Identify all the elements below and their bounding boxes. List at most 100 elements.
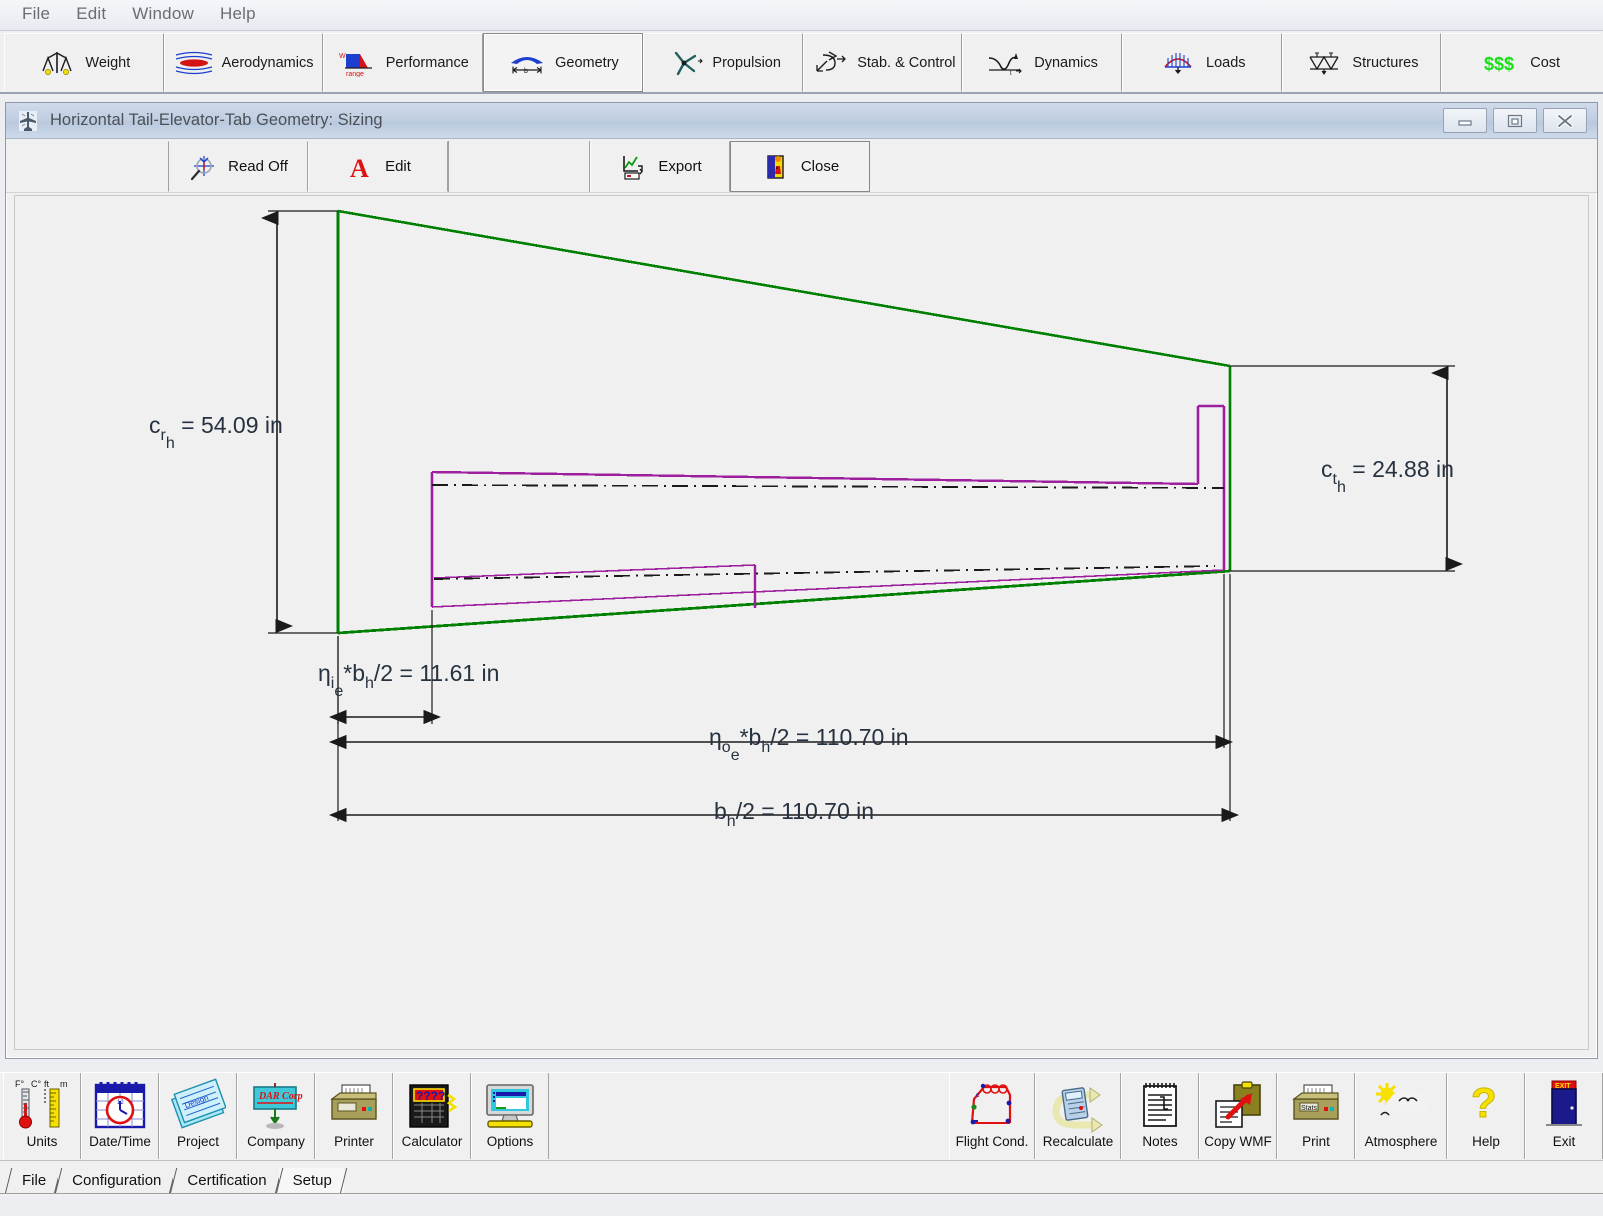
bottom-label-project: Project	[176, 1134, 220, 1149]
tab-structures[interactable]: Structures	[1281, 33, 1442, 92]
tab-performance[interactable]: W range Performance	[323, 33, 484, 92]
dollars-icon: $$$	[1482, 49, 1522, 77]
tab-label-aerodynamics: Aerodynamics	[221, 54, 314, 71]
maximize-button[interactable]	[1493, 108, 1537, 133]
tab-dynamics[interactable]: t Dynamics	[962, 33, 1122, 92]
bottom-button-notes[interactable]: Notes	[1121, 1073, 1199, 1159]
menu-item-window[interactable]: Window	[119, 3, 207, 27]
tab-label-propulsion: Propulsion	[712, 54, 781, 71]
elevator-outline	[430, 404, 1226, 608]
file-tab-label-configuration: Configuration	[72, 1172, 162, 1189]
child-window-title-bar[interactable]: Horizontal Tail-Elevator-Tab Geometry: S…	[6, 103, 1597, 139]
bottom-label-atmosphere: Atmosphere	[1364, 1134, 1438, 1149]
bottom-button-calculator[interactable]: ???? Calculator	[393, 1073, 471, 1159]
wing-span-icon: b	[507, 49, 547, 77]
tab-cost[interactable]: $$$ Cost	[1441, 33, 1602, 92]
tab-label-weight: Weight	[85, 54, 131, 71]
thermometer-ruler-icon: F° C° ft m	[14, 1077, 70, 1133]
file-tab-file[interactable]: File	[8, 1168, 59, 1194]
svg-text:12: 12	[117, 1100, 124, 1106]
file-tab-certification[interactable]: Certification	[173, 1168, 279, 1194]
letter-a-icon: A	[345, 152, 375, 183]
menu-item-edit[interactable]: Edit	[63, 3, 119, 27]
balance-scale-icon	[37, 49, 77, 77]
export-button[interactable]: Export	[590, 141, 730, 192]
read-off-button[interactable]: Read Off	[168, 141, 308, 192]
maximize-icon	[1507, 114, 1523, 127]
svg-text:A: A	[350, 154, 369, 182]
bottom-button-print[interactable]: Stats Print	[1277, 1073, 1355, 1159]
svg-text:b: b	[524, 68, 528, 75]
bottom-button-help[interactable]: ? Help	[1447, 1073, 1525, 1159]
bottom-button-printer[interactable]: Printer	[315, 1073, 393, 1159]
tab-geometry[interactable]: b Geometry	[483, 33, 643, 92]
printer-icon	[326, 1077, 382, 1133]
svg-text:W: W	[339, 53, 346, 60]
bottom-button-company[interactable]: DAR Corp Company	[237, 1073, 315, 1159]
file-tab-label-file: File	[22, 1172, 47, 1189]
edit-button[interactable]: A Edit	[308, 141, 448, 192]
range-chart-icon: W range	[338, 49, 378, 78]
tab-label-structures: Structures	[1352, 54, 1419, 71]
edit-label: Edit	[385, 158, 411, 175]
bottom-button-flight-cond[interactable]: c Flight Cond.	[949, 1073, 1035, 1159]
horizontal-tail-outline	[336, 209, 1232, 635]
close-button[interactable]	[1543, 108, 1587, 133]
bottom-button-options[interactable]: Options	[471, 1073, 549, 1159]
minimize-button[interactable]	[1443, 108, 1487, 133]
tip-chord-label: cth = 24.88 in	[1321, 456, 1454, 496]
close-dialog-button[interactable]: Close	[730, 141, 870, 192]
bottom-button-recalculate[interactable]: Recalculate	[1035, 1073, 1121, 1159]
bottom-label-datetime: Date/Time	[89, 1134, 151, 1149]
geometry-canvas[interactable]: crh = 54.09 in cth = 24.88 in ηie*bh/2 =…	[14, 195, 1589, 1050]
calendar-clock-icon: 12	[92, 1077, 148, 1133]
tab-propulsion[interactable]: Propulsion	[642, 33, 803, 92]
svg-text:Stats: Stats	[1301, 1105, 1317, 1112]
file-tab-label-setup: Setup	[292, 1172, 332, 1189]
bottom-button-datetime[interactable]: 12 Date/Time	[81, 1073, 159, 1159]
hinge-line-elevator	[431, 484, 1225, 489]
close-icon	[1557, 113, 1573, 128]
tab-weight[interactable]: Weight	[4, 33, 164, 92]
menu-item-file[interactable]: File	[9, 3, 63, 27]
file-tab-configuration[interactable]: Configuration	[58, 1168, 174, 1194]
bottom-button-project[interactable]: Design Project	[159, 1073, 237, 1159]
tab-label-performance: Performance	[385, 54, 469, 71]
app-aircraft-icon	[16, 109, 40, 133]
bottom-button-atmosphere[interactable]: Atmosphere	[1355, 1073, 1447, 1159]
tab-outline	[433, 564, 757, 608]
menu-item-help[interactable]: Help	[207, 3, 269, 27]
export-chart-icon	[618, 152, 648, 182]
exit-door-icon	[761, 152, 791, 182]
module-tab-bar: Weight Aerodynamics W range Performance	[0, 31, 1603, 94]
close-dialog-label: Close	[800, 158, 840, 175]
calculator-icon: ????	[404, 1077, 460, 1133]
bottom-label-recalculate: Recalculate	[1042, 1134, 1114, 1149]
export-label: Export	[658, 158, 702, 175]
svg-text:c: c	[976, 1092, 980, 1099]
truss-icon	[1304, 49, 1344, 77]
response-curve-icon: t	[986, 49, 1026, 77]
svg-text:C°: C°	[31, 1079, 41, 1089]
tab-loads[interactable]: Loads	[1121, 33, 1282, 92]
tab-stab-control[interactable]: Stab. & Control	[802, 33, 963, 92]
bottom-button-copy-wmf[interactable]: Copy WMF	[1199, 1073, 1277, 1159]
recalculate-icon	[1050, 1077, 1106, 1133]
bottom-label-calculator: Calculator	[401, 1134, 463, 1149]
bottom-label-company: Company	[247, 1134, 305, 1149]
bottom-button-units[interactable]: F° C° ft m Units	[3, 1073, 81, 1159]
exit-sign-door-icon: EXIT	[1536, 1077, 1592, 1133]
axes-arrows-icon	[809, 49, 849, 77]
bottom-button-exit[interactable]: EXIT Exit	[1525, 1073, 1603, 1159]
svg-text:DAR Corp: DAR Corp	[258, 1091, 303, 1102]
file-tab-setup[interactable]: Setup	[278, 1168, 344, 1194]
tab-aerodynamics[interactable]: Aerodynamics	[163, 33, 324, 92]
tab-label-geometry: Geometry	[555, 54, 619, 71]
flight-envelope-icon: c	[964, 1077, 1020, 1133]
svg-text:t: t	[1010, 71, 1012, 77]
tab-label-loads: Loads	[1206, 54, 1246, 71]
half-span-dimension	[329, 574, 1239, 823]
elevator-inboard-label: ηie*bh/2 = 11.61 in	[318, 660, 499, 700]
window-controls	[1443, 108, 1593, 133]
load-arch-icon	[1158, 49, 1198, 77]
